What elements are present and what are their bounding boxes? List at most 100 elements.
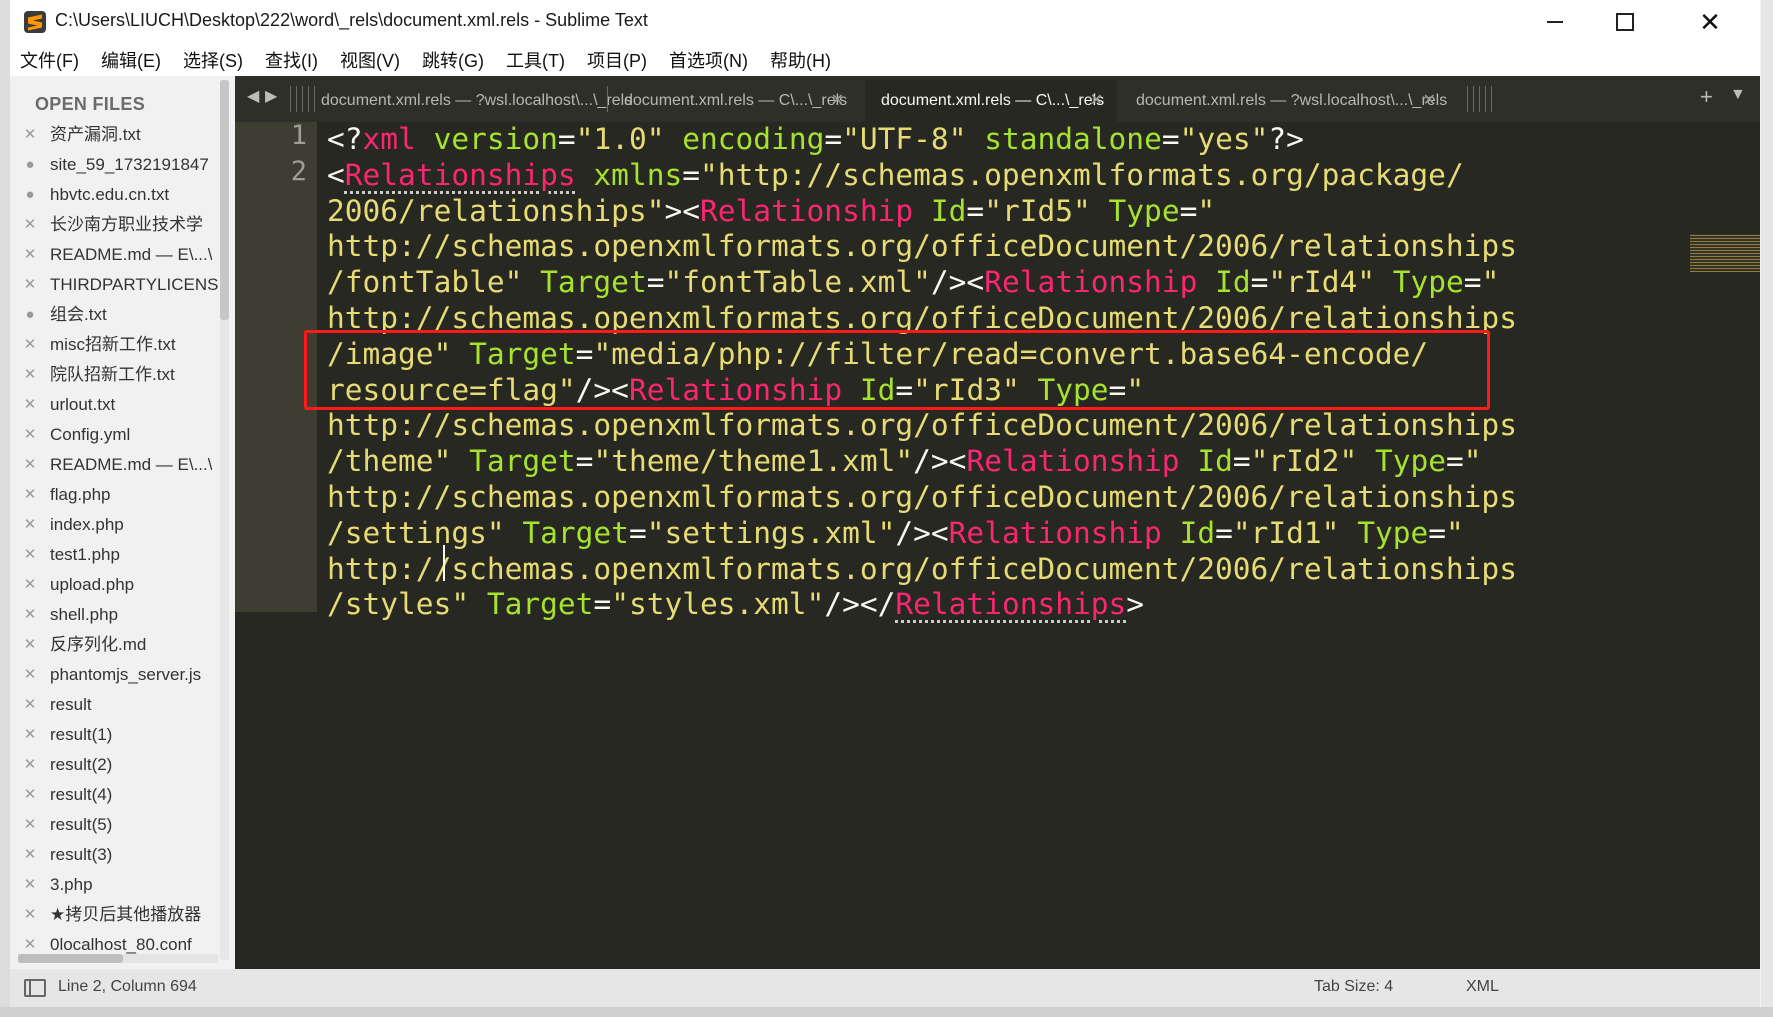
minimize-button[interactable] xyxy=(1520,0,1590,44)
code-editor[interactable]: 1 2 <?xml version="1.0" encoding="UTF-8"… xyxy=(235,122,1760,969)
file-name: result(2) xyxy=(50,755,113,774)
tab-document-rels-wsl-1[interactable]: document.xml.rels — ?wsl.localhost\...\_… xyxy=(305,80,632,122)
code-token: "media/php://filter/read=convert.base64-… xyxy=(593,336,1429,371)
cursor-position[interactable]: Line 2, Column 694 xyxy=(58,978,197,996)
close-file-icon[interactable]: ✕ xyxy=(10,210,50,240)
open-file-item[interactable]: ✕ index.php xyxy=(10,510,220,540)
open-file-item[interactable]: ✕ 长沙南方职业技术学 xyxy=(10,210,220,240)
tab-overflow-arrow-icon[interactable]: ▼ xyxy=(1730,86,1746,104)
open-file-item[interactable]: ✕ misc招新工作.txt xyxy=(10,330,220,360)
sublime-text-icon[interactable] xyxy=(24,11,46,33)
tab-close-icon[interactable]: ✕ xyxy=(831,80,844,122)
close-file-icon[interactable]: ✕ xyxy=(10,780,50,810)
close-file-icon[interactable]: ✕ xyxy=(10,600,50,630)
close-file-icon[interactable]: ✕ xyxy=(10,540,50,570)
open-file-item[interactable]: ✕ 资产漏洞.txt xyxy=(10,120,220,150)
open-file-item[interactable]: ✕ upload.php xyxy=(10,570,220,600)
close-file-icon[interactable]: ✕ xyxy=(10,240,50,270)
sidebar-horizontal-scrollbar[interactable] xyxy=(18,954,218,963)
open-file-item[interactable]: ✕ result(5) xyxy=(10,810,220,840)
close-file-icon[interactable]: ✕ xyxy=(10,690,50,720)
sidebar-hscroll-thumb[interactable] xyxy=(18,954,123,963)
open-file-item[interactable]: ✕ result(4) xyxy=(10,780,220,810)
open-file-item[interactable]: ✕ flag.php xyxy=(10,480,220,510)
close-file-icon[interactable]: ✕ xyxy=(10,360,50,390)
close-file-icon[interactable]: ✕ xyxy=(10,420,50,450)
close-file-icon[interactable]: ✕ xyxy=(10,630,50,660)
panel-toggle-icon[interactable] xyxy=(24,979,46,997)
open-file-item[interactable]: ✕ phantomjs_server.js xyxy=(10,660,220,690)
menu-find[interactable]: 查找(I) xyxy=(265,47,318,73)
close-file-icon[interactable]: ✕ xyxy=(10,570,50,600)
close-file-icon[interactable]: ✕ xyxy=(10,120,50,150)
tab-document-rels-c-1[interactable]: document.xml.rels — C\...\_rels ✕ xyxy=(608,80,858,122)
minimap[interactable] xyxy=(1690,234,1760,272)
open-file-item[interactable]: ✕ result(1) xyxy=(10,720,220,750)
close-file-icon[interactable]: ✕ xyxy=(10,720,50,750)
menu-edit[interactable]: 编辑(E) xyxy=(101,47,161,73)
menu-tools[interactable]: 工具(T) xyxy=(506,47,565,73)
close-file-icon[interactable]: ✕ xyxy=(10,840,50,870)
maximize-button[interactable] xyxy=(1590,0,1660,44)
close-file-icon[interactable]: ✕ xyxy=(10,480,50,510)
new-tab-plus-icon[interactable]: + xyxy=(1700,84,1713,110)
open-file-item[interactable]: ✕ result(2) xyxy=(10,750,220,780)
menu-project[interactable]: 项目(P) xyxy=(587,47,647,73)
close-file-icon[interactable]: ✕ xyxy=(10,870,50,900)
code-token: http://schemas.openxmlformats.org/office… xyxy=(327,229,1517,264)
tab-document-rels-wsl-2[interactable]: document.xml.rels — ?wsl.localhost\...\_… xyxy=(1120,80,1450,122)
code-text[interactable]: <?xml version="1.0" encoding="UTF-8" sta… xyxy=(327,122,1517,623)
open-file-item[interactable]: ● hbvtc.edu.cn.txt xyxy=(10,180,220,210)
open-file-item[interactable]: ✕ urlout.txt xyxy=(10,390,220,420)
open-file-item[interactable]: ✕ test1.php xyxy=(10,540,220,570)
tab-size-indicator[interactable]: Tab Size: 4 xyxy=(1314,978,1393,996)
open-file-item[interactable]: ✕ README.md — E\...\ xyxy=(10,240,220,270)
tab-document-rels-c-active[interactable]: document.xml.rels — C\...\_rels ✕ xyxy=(865,80,1117,122)
open-file-item[interactable]: ● site_59_1732191847 xyxy=(10,150,220,180)
menu-view[interactable]: 视图(V) xyxy=(340,47,400,73)
sidebar-vertical-scrollbar[interactable] xyxy=(220,80,229,960)
unsaved-dot-icon[interactable]: ● xyxy=(10,300,50,330)
open-file-item[interactable]: ✕ result(3) xyxy=(10,840,220,870)
open-file-item[interactable]: ✕ Config.yml xyxy=(10,420,220,450)
tab-close-icon[interactable]: ✕ xyxy=(1090,80,1103,122)
close-file-icon[interactable]: ✕ xyxy=(10,510,50,540)
unsaved-dot-icon[interactable]: ● xyxy=(10,150,50,180)
unsaved-dot-icon[interactable]: ● xyxy=(10,180,50,210)
open-file-item[interactable]: ● 组会.txt xyxy=(10,300,220,330)
close-file-icon[interactable]: ✕ xyxy=(10,900,50,930)
tab-prev-arrow-icon[interactable]: ◀ xyxy=(247,86,259,106)
sidebar-scroll-thumb[interactable] xyxy=(220,80,229,320)
close-file-icon[interactable]: ✕ xyxy=(10,390,50,420)
open-file-item[interactable]: ✕ ★拷贝后其他播放器 xyxy=(10,900,220,930)
close-file-icon[interactable]: ✕ xyxy=(10,810,50,840)
tab-next-arrow-icon[interactable]: ▶ xyxy=(265,86,277,106)
open-file-item[interactable]: ✕ 3.php xyxy=(10,870,220,900)
tab-close-icon[interactable]: ✕ xyxy=(1423,80,1436,122)
menu-preferences[interactable]: 首选项(N) xyxy=(669,47,748,73)
menu-file[interactable]: 文件(F) xyxy=(20,47,79,73)
close-file-icon[interactable]: ✕ xyxy=(10,330,50,360)
close-file-icon[interactable]: ✕ xyxy=(10,660,50,690)
close-file-icon[interactable]: ✕ xyxy=(10,750,50,780)
open-file-item[interactable]: ✕ README.md — E\...\ xyxy=(10,450,220,480)
open-file-item[interactable]: ✕ shell.php xyxy=(10,600,220,630)
menu-selection[interactable]: 选择(S) xyxy=(183,47,243,73)
title-bar[interactable]: C:\Users\LIUCH\Desktop\222\word\_rels\do… xyxy=(10,0,1760,44)
open-file-item[interactable]: ✕ result xyxy=(10,690,220,720)
menu-help[interactable]: 帮助(H) xyxy=(770,47,831,73)
open-file-item[interactable]: ✕ THIRDPARTYLICENS xyxy=(10,270,220,300)
menu-goto[interactable]: 跳转(G) xyxy=(422,47,484,73)
open-file-item[interactable]: ✕ 院队招新工作.txt xyxy=(10,360,220,390)
syntax-indicator[interactable]: XML xyxy=(1466,978,1499,996)
close-file-icon[interactable]: ✕ xyxy=(10,270,50,300)
code-token: "settings.xml" xyxy=(646,515,896,550)
close-file-icon[interactable]: ✕ xyxy=(10,450,50,480)
close-window-button[interactable]: ✕ xyxy=(1660,0,1760,44)
open-file-item[interactable]: ✕ 反序列化.md xyxy=(10,630,220,660)
